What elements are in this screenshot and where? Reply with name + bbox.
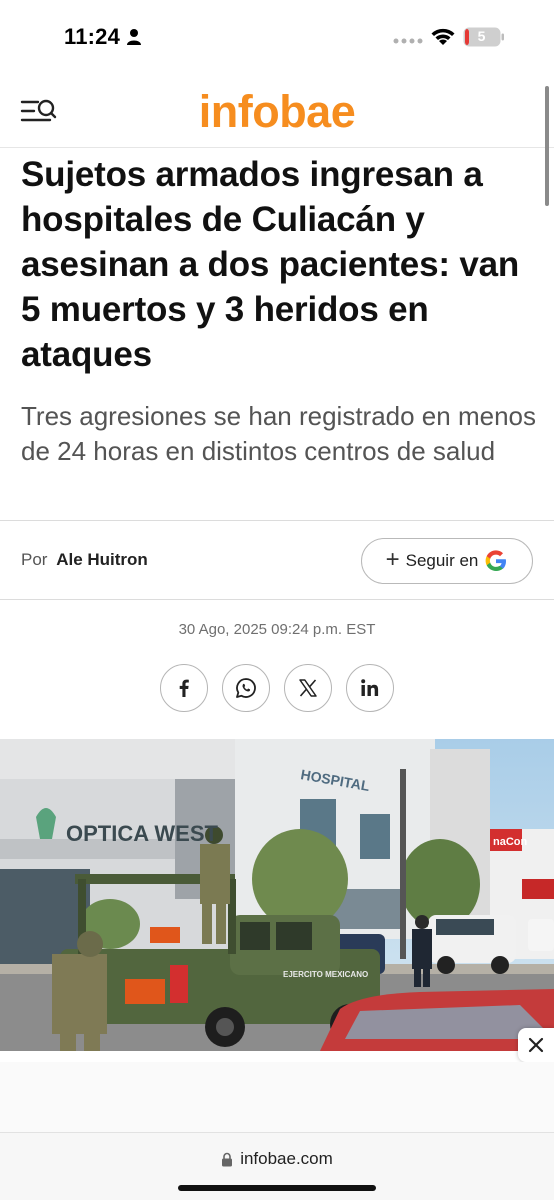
ad-area — [0, 1062, 554, 1132]
battery-icon: 5 — [463, 27, 505, 47]
x-icon — [299, 679, 317, 697]
linkedin-icon — [361, 679, 379, 696]
sign-optica: OPTICA WEST — [66, 821, 219, 846]
home-indicator[interactable] — [178, 1185, 376, 1191]
scrollbar[interactable] — [545, 86, 549, 206]
address-bar[interactable]: infobae.com — [0, 1149, 554, 1169]
site-header: infobae — [0, 74, 554, 148]
status-bar: 11:24 5 — [0, 0, 554, 74]
share-facebook-button[interactable] — [160, 664, 208, 712]
close-ad-button[interactable] — [518, 1028, 554, 1062]
signal-dots-icon — [393, 38, 423, 44]
whatsapp-icon — [236, 678, 256, 698]
browser-bar: infobae.com — [0, 1132, 554, 1200]
lock-icon — [222, 1152, 233, 1166]
close-icon — [528, 1037, 544, 1053]
follow-google-button[interactable]: + Seguir en — [361, 538, 533, 584]
sign-right: naCon — [493, 836, 528, 848]
share-x-button[interactable] — [284, 664, 332, 712]
article-photo[interactable]: OPTICA WEST HOSPITAL EJERCITO MEXICANO n… — [0, 739, 554, 1051]
follow-label: Seguir en — [405, 551, 479, 570]
google-icon — [485, 550, 507, 571]
facebook-icon — [179, 679, 189, 697]
status-time: 11:24 — [64, 24, 121, 49]
truck-text: EJERCITO MEXICANO — [283, 970, 368, 979]
url-text: infobae.com — [240, 1149, 333, 1168]
byline-prefix: Por — [21, 550, 48, 569]
article-date: 30 Ago, 2025 09:24 p.m. EST — [178, 621, 376, 638]
battery-level: 5 — [477, 28, 486, 44]
person-icon — [127, 29, 141, 45]
share-row — [160, 664, 396, 714]
share-whatsapp-button[interactable] — [222, 664, 270, 712]
article-subtitle: Tres agresiones se han registrado en men… — [21, 401, 536, 466]
wifi-icon — [431, 28, 455, 45]
byline: Por Ale Huitron — [21, 550, 148, 570]
site-logo[interactable]: infobae — [0, 86, 554, 138]
author-link[interactable]: Ale Huitron — [56, 550, 148, 569]
plus-icon: + — [385, 545, 400, 573]
share-linkedin-button[interactable] — [346, 664, 394, 712]
photo-scene: OPTICA WEST HOSPITAL EJERCITO MEXICANO n… — [0, 739, 554, 1051]
article-title: Sujetos armados ingresan a hospitales de… — [21, 155, 520, 374]
byline-row: Por Ale Huitron + Seguir en — [0, 520, 554, 600]
